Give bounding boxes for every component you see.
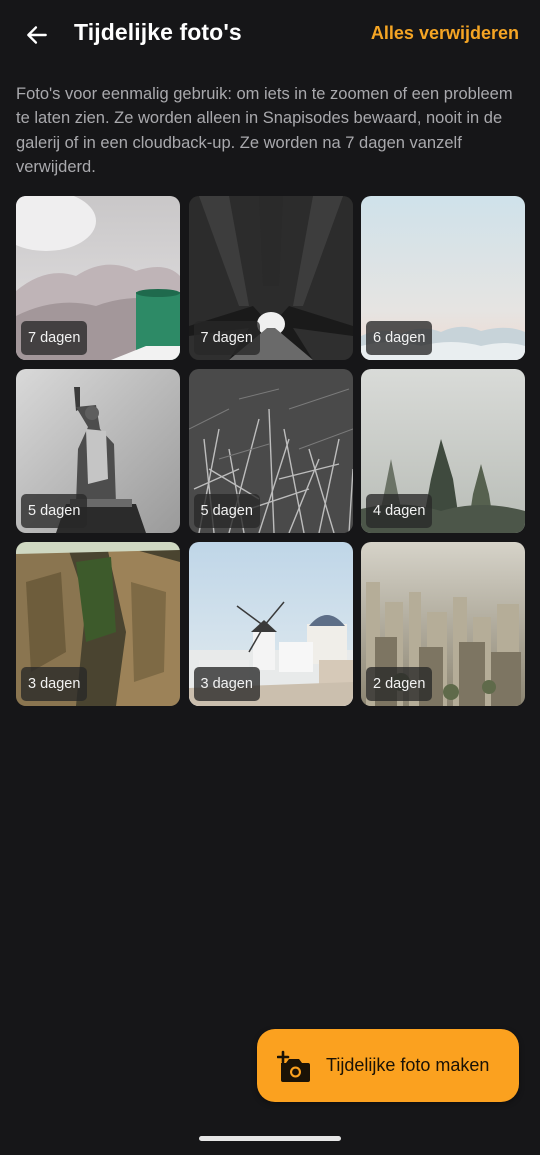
photo-tile[interactable]: 7 dagen <box>188 196 353 360</box>
photo-tile[interactable]: 3 dagen <box>188 542 353 706</box>
expiry-badge: 3 dagen <box>21 667 88 701</box>
expiry-badge: 5 dagen <box>193 494 260 528</box>
expiry-badge: 6 dagen <box>366 321 433 355</box>
app-screen: Tijdelijke foto's Alles verwijderen Foto… <box>0 0 540 1155</box>
photo-tile[interactable]: 5 dagen <box>16 369 180 533</box>
photo-tile[interactable]: 5 dagen <box>188 369 353 533</box>
expiry-badge: 7 dagen <box>193 321 260 355</box>
photo-tile[interactable]: 7 dagen <box>16 196 180 360</box>
expiry-badge: 3 dagen <box>193 667 260 701</box>
fab-label: Tijdelijke foto maken <box>326 1055 490 1075</box>
expiry-badge: 7 dagen <box>21 321 88 355</box>
add-camera-icon <box>277 1050 310 1082</box>
back-button[interactable] <box>16 14 58 56</box>
photo-tile[interactable]: 3 dagen <box>16 542 180 706</box>
expiry-badge: 2 dagen <box>366 667 433 701</box>
photo-grid: 7 dagen 7 dagen 6 dagen 5 dagen 5 dagen … <box>16 196 525 706</box>
expiry-badge: 4 dagen <box>366 494 433 528</box>
home-indicator[interactable] <box>199 1136 341 1141</box>
expiry-badge: 5 dagen <box>21 494 88 528</box>
top-app-bar: Tijdelijke foto's Alles verwijderen <box>0 0 540 68</box>
photo-tile[interactable]: 4 dagen <box>361 369 525 533</box>
photo-tile[interactable]: 6 dagen <box>361 196 525 360</box>
delete-all-button[interactable]: Alles verwijderen <box>371 23 519 44</box>
photo-tile[interactable]: 2 dagen <box>361 542 525 706</box>
arrow-left-icon <box>27 26 47 44</box>
page-title: Tijdelijke foto's <box>74 19 242 45</box>
take-temporary-photo-button[interactable]: Tijdelijke foto maken <box>257 1029 519 1102</box>
description-text: Foto's voor eenmalig gebruik: om iets in… <box>16 85 513 176</box>
